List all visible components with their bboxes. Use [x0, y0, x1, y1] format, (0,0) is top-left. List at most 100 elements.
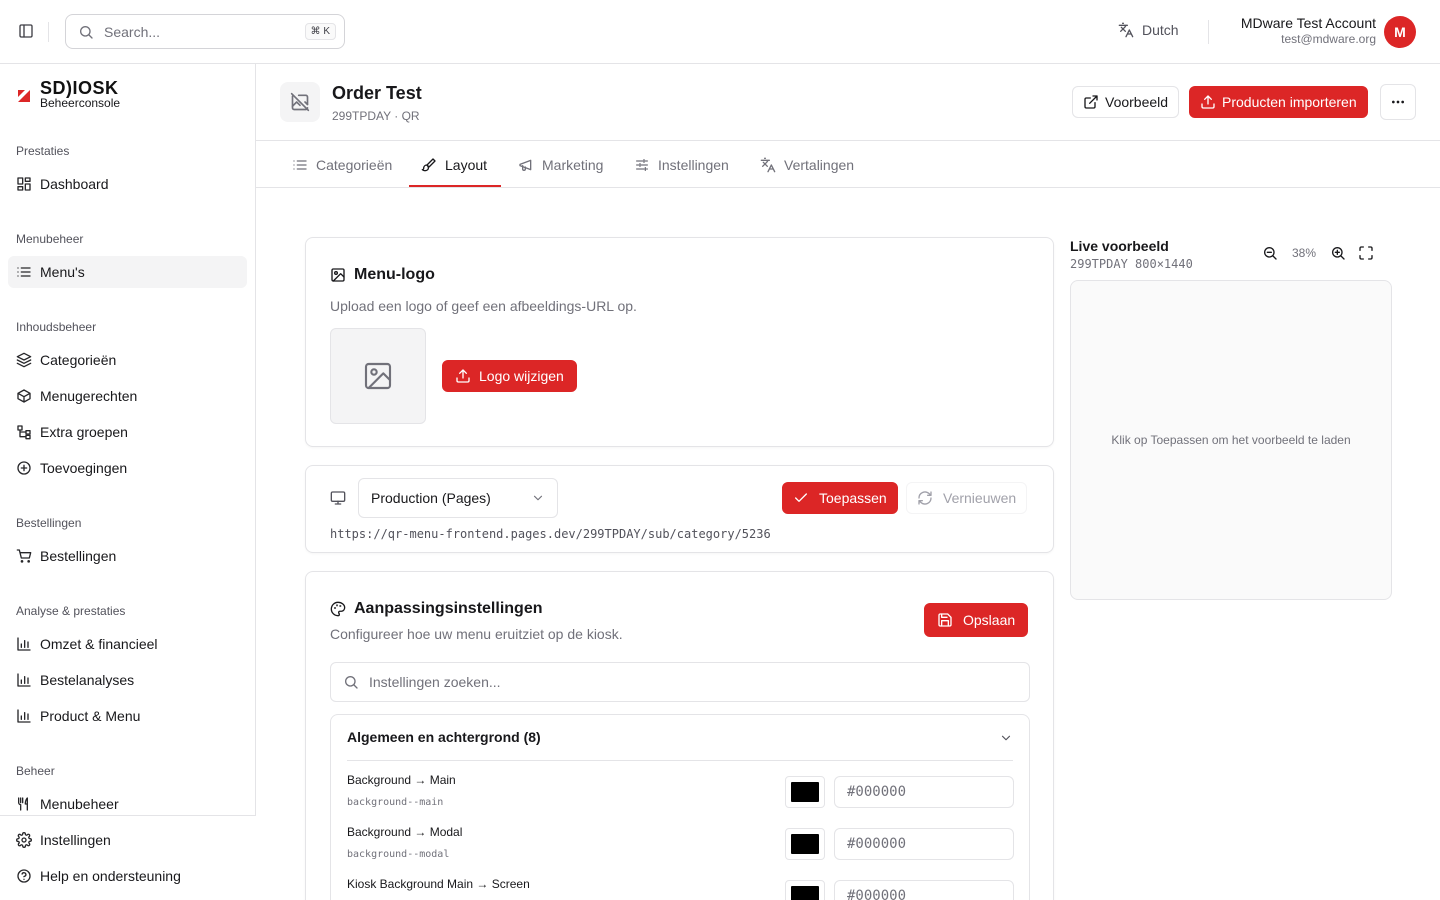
color-hex-input[interactable]: #000000: [834, 776, 1014, 808]
sidebar-item-categories[interactable]: Categorieën: [8, 344, 247, 376]
live-preview-subtitle: 299TPDAY 800×1440: [1070, 257, 1193, 271]
logo-placeholder[interactable]: [330, 328, 426, 424]
sidebar-item-additions[interactable]: Toevoegingen: [8, 452, 247, 484]
tab-marketing[interactable]: Marketing: [518, 141, 603, 188]
avatar[interactable]: M: [1384, 16, 1416, 48]
sliders-icon: [636, 158, 648, 171]
nav-group-label: Prestaties: [16, 144, 70, 158]
preview-url: https://qr-menu-frontend.pages.dev/299TP…: [330, 527, 771, 541]
tab-label: Marketing: [542, 156, 604, 173]
list-icon: [17, 267, 31, 277]
sidebar-item-label: Help en ondersteuning: [40, 868, 181, 884]
refresh-icon: [918, 491, 932, 505]
import-products-button[interactable]: Producten importeren: [1189, 86, 1368, 118]
settings-search-placeholder: Instellingen zoeken...: [369, 674, 501, 690]
sidebar-item-menus[interactable]: Menu's: [8, 256, 247, 288]
page-subtitle: 299TPDAY · QR: [332, 109, 420, 123]
tab-translations[interactable]: Vertalingen: [760, 141, 854, 188]
settings-search-input[interactable]: Instellingen zoeken...: [330, 662, 1030, 702]
tab-settings[interactable]: Instellingen: [634, 141, 729, 188]
palette-icon: [330, 601, 346, 617]
fullscreen-button[interactable]: [1358, 245, 1374, 261]
more-options-button[interactable]: [1380, 84, 1416, 120]
sidebar-item-revenue[interactable]: Omzet & financieel: [8, 628, 247, 660]
color-swatch[interactable]: [785, 880, 825, 900]
color-hex-input[interactable]: #000000: [834, 828, 1014, 860]
zoom-out-button[interactable]: [1262, 245, 1278, 261]
chart-icon: [17, 709, 31, 723]
refresh-button-label: Vernieuwen: [943, 490, 1017, 506]
tab-label: Vertalingen: [784, 156, 855, 173]
upload-icon: [456, 369, 470, 383]
preview-resolution: 800×1440: [1135, 257, 1193, 271]
sidebar-item-dashboard[interactable]: Dashboard: [8, 168, 247, 200]
color-swatch[interactable]: [785, 828, 825, 860]
brand-logo[interactable]: SD)IOSK Beheerconsole: [16, 79, 121, 110]
fullscreen-icon: [1359, 246, 1373, 260]
check-icon: [795, 493, 807, 502]
sidebar-item-product-menu[interactable]: Product & Menu: [8, 700, 247, 732]
color-hex-input[interactable]: #000000: [834, 880, 1014, 900]
environment-select-value: Production (Pages): [371, 490, 491, 506]
divider: [1208, 20, 1209, 44]
card-title: Menu-logo: [354, 266, 435, 283]
sidebar-item-help[interactable]: Help en ondersteuning: [8, 860, 247, 892]
zoom-in-button[interactable]: [1330, 245, 1346, 261]
sidebar-item-label: Dashboard: [40, 176, 109, 192]
preview-button[interactable]: Voorbeeld: [1072, 86, 1180, 118]
sidebar-item-label: Instellingen: [40, 832, 111, 848]
sidebar-item-label: Extra groepen: [40, 424, 128, 440]
zoom-in-icon: [1332, 247, 1345, 260]
nav-group-label: Analyse & prestaties: [16, 604, 126, 618]
sidebar-item-order-analytics[interactable]: Bestelanalyses: [8, 664, 247, 696]
setting-variable: background--modal: [347, 849, 450, 860]
sidebar-item-label: Menubeheer: [40, 796, 119, 812]
save-button[interactable]: Opslaan: [924, 603, 1029, 637]
translate-icon: [760, 157, 776, 172]
sidebar-toggle-icon[interactable]: [18, 23, 34, 39]
layers-icon: [16, 352, 32, 368]
sidebar-footer: Instellingen Help en ondersteuning: [0, 815, 256, 900]
nav-group-label: Inhoudsbeheer: [16, 320, 97, 334]
color-swatch[interactable]: [785, 776, 825, 808]
nav-group-label: Bestellingen: [16, 516, 82, 530]
search-placeholder: Search...: [104, 23, 161, 40]
apply-button-label: Toepassen: [819, 490, 887, 506]
zoom-level: 38%: [1291, 246, 1317, 260]
sidebar-item-label: Bestelanalyses: [40, 672, 135, 688]
section-toggle[interactable]: [999, 731, 1013, 745]
chevron-down-icon: [1001, 735, 1011, 741]
sidebar-item-dishes[interactable]: Menugerechten: [8, 380, 247, 412]
brand-mark-icon: [18, 90, 30, 102]
nav-group-label: Beheer: [16, 764, 55, 778]
gear-icon: [16, 832, 32, 848]
account-info[interactable]: MDware Test Account test@mdware.org: [1241, 15, 1376, 46]
apply-button[interactable]: Toepassen: [782, 482, 898, 514]
section-title[interactable]: Algemeen en achtergrond (8): [347, 729, 541, 745]
sidebar-item-settings[interactable]: Instellingen: [8, 824, 247, 856]
environment-select[interactable]: Production (Pages): [358, 478, 558, 518]
refresh-button[interactable]: Vernieuwen: [906, 482, 1028, 514]
preview-code: 299TPDAY: [1070, 257, 1128, 271]
sidebar-item-orders[interactable]: Bestellingen: [8, 540, 247, 572]
tab-categories[interactable]: Categorieën: [292, 141, 392, 188]
change-logo-button[interactable]: Logo wijzigen: [442, 360, 577, 392]
preview-placeholder-text: Klik op Toepassen om het voorbeeld te la…: [1111, 433, 1351, 447]
brush-icon: [421, 157, 436, 171]
import-button-label: Producten importeren: [1222, 94, 1357, 110]
chart-icon: [17, 637, 31, 651]
tab-layout[interactable]: Layout: [421, 141, 487, 188]
plus-circle-icon: [17, 461, 31, 475]
language-switcher[interactable]: Dutch: [1118, 22, 1179, 38]
sidebar-item-label: Toevoegingen: [40, 460, 128, 476]
setting-label: Background → Modal: [347, 825, 463, 839]
translate-icon: [1118, 22, 1134, 38]
sidebar-item-extra-groups[interactable]: Extra groepen: [8, 416, 247, 448]
brand-subtitle: Beheerconsole: [40, 96, 121, 110]
nav-group-label: Menubeheer: [16, 232, 84, 246]
upload-icon: [1201, 95, 1215, 109]
card-title: Aanpassingsinstellingen: [354, 600, 543, 617]
change-logo-label: Logo wijzigen: [479, 368, 564, 384]
top-bar: Search... ⌘ K Dutch MDware Test Account …: [0, 0, 1440, 64]
search-input[interactable]: Search... ⌘ K: [65, 14, 345, 49]
